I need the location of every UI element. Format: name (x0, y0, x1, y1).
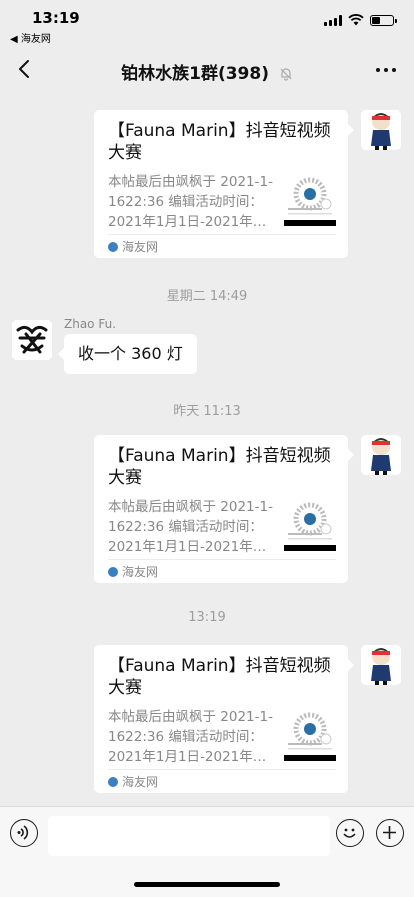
card-description: 本帖最后由飒枫于 2021-1-1622:36 编辑活动时间：2021年1月1日… (108, 174, 273, 230)
source-logo-icon (108, 776, 118, 787)
card-title: 【Fauna Marin】抖音短视频大赛 (108, 656, 331, 698)
card-description: 本帖最后由飒枫于 2021-1-1622:36 编辑活动时间：2021年1月1日… (108, 709, 273, 765)
link-card[interactable]: 【Fauna Marin】抖音短视频大赛 本帖最后由飒枫于 2021-1-162… (94, 435, 354, 583)
sender-name: Zhao Fu. (64, 317, 117, 331)
sender-avatar[interactable] (12, 320, 52, 360)
signal-icon (324, 14, 342, 26)
my-avatar[interactable] (361, 645, 401, 685)
card-thumbnail (284, 497, 336, 553)
back-to-app-link[interactable]: ◀ 海友网 (10, 30, 51, 45)
nav-bar: 铂林水族1群(398) (0, 44, 414, 96)
source-logo-icon (108, 566, 118, 577)
battery-icon (370, 14, 397, 26)
card-source: 海友网 (108, 238, 158, 255)
message-bubble[interactable]: 收一个 360 灯 (58, 334, 197, 374)
emoji-icon[interactable] (336, 819, 364, 847)
chat-title: 铂林水族1群(398) (121, 64, 269, 84)
card-title: 【Fauna Marin】抖音短视频大赛 (108, 121, 331, 163)
chat-area[interactable]: 【Fauna Marin】抖音短视频大赛 本帖最后由飒枫于 2021-1-162… (0, 96, 414, 806)
timestamp: 星期二 14:49 (166, 289, 248, 304)
message-input[interactable] (48, 816, 330, 856)
status-time: 13:19 (32, 9, 80, 27)
link-card[interactable]: 【Fauna Marin】抖音短视频大赛 本帖最后由飒枫于 2021-1-162… (94, 645, 354, 793)
timestamp: 昨天 11:13 (173, 404, 241, 419)
card-thumbnail (284, 172, 336, 228)
card-source-label: 海友网 (122, 565, 159, 579)
status-icons (324, 14, 397, 26)
my-avatar[interactable] (361, 435, 401, 475)
my-avatar[interactable] (361, 110, 401, 150)
timestamp: 13:19 (188, 610, 226, 625)
card-source-label: 海友网 (122, 240, 159, 254)
more-icon[interactable] (374, 60, 398, 80)
voice-icon[interactable] (10, 819, 38, 847)
wifi-icon (348, 14, 364, 26)
card-source-label: 海友网 (122, 775, 159, 789)
card-source: 海友网 (108, 773, 158, 790)
mute-icon (280, 68, 292, 81)
card-source: 海友网 (108, 563, 158, 580)
chat-title-wrap: 铂林水族1群(398) (0, 59, 414, 84)
card-description: 本帖最后由飒枫于 2021-1-1622:36 编辑活动时间：2021年1月1日… (108, 499, 273, 555)
link-card[interactable]: 【Fauna Marin】抖音短视频大赛 本帖最后由飒枫于 2021-1-162… (94, 110, 354, 258)
source-logo-icon (108, 241, 118, 252)
home-indicator[interactable] (134, 882, 280, 887)
plus-icon[interactable] (376, 819, 404, 847)
card-title: 【Fauna Marin】抖音短视频大赛 (108, 446, 331, 488)
status-bar: 13:19 ◀ 海友网 (0, 0, 414, 45)
card-thumbnail (284, 707, 336, 763)
